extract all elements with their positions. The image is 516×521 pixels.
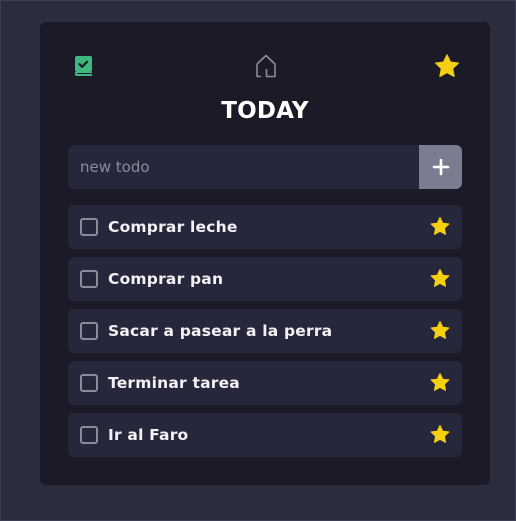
todo-label: Ir al Faro [108,426,189,444]
star-icon[interactable] [429,216,451,238]
app-frame: TODAY Comprar leche Comprar pan [0,0,516,521]
add-todo-button[interactable] [419,145,462,189]
plus-icon [432,158,449,176]
todo-item: Comprar leche [68,205,462,249]
todo-checkbox[interactable] [80,218,98,236]
todo-item: Terminar tarea [68,361,462,405]
book-check-icon[interactable] [72,54,96,78]
todo-label: Comprar pan [108,270,224,288]
todo-checkbox[interactable] [80,270,98,288]
todo-list: Comprar leche Comprar pan Sacar a pasear… [68,205,462,465]
home-icon[interactable] [254,53,278,79]
star-icon[interactable] [429,372,451,394]
new-todo-row [68,145,462,189]
todo-item: Comprar pan [68,257,462,301]
page-title: TODAY [221,98,309,124]
todo-checkbox[interactable] [80,426,98,444]
star-icon[interactable] [429,424,451,446]
star-icon[interactable] [429,268,451,290]
todo-item: Sacar a pasear a la perra [68,309,462,353]
new-todo-input[interactable] [68,145,419,189]
todo-card: TODAY Comprar leche Comprar pan [40,22,490,485]
star-icon[interactable] [433,53,461,81]
todo-label: Comprar leche [108,218,238,236]
star-icon[interactable] [429,320,451,342]
todo-label: Sacar a pasear a la perra [108,322,333,340]
todo-item: Ir al Faro [68,413,462,457]
todo-checkbox[interactable] [80,374,98,392]
todo-checkbox[interactable] [80,322,98,340]
todo-label: Terminar tarea [108,374,240,392]
